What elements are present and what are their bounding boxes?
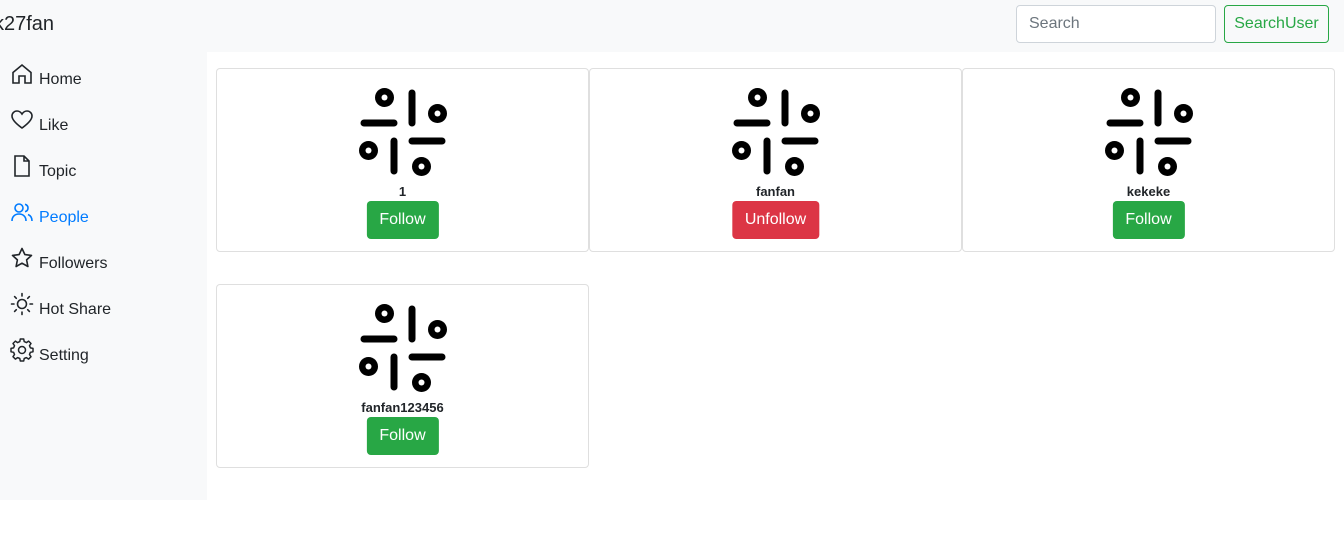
follow-button[interactable]: Follow bbox=[1112, 201, 1185, 239]
username: fanfan bbox=[756, 184, 795, 199]
star-icon bbox=[10, 246, 34, 270]
sidebar-item-followers[interactable]: Followers bbox=[10, 244, 107, 274]
sidebar-item-people[interactable]: People bbox=[10, 198, 89, 228]
user-card: fanfan123456 Follow bbox=[216, 284, 589, 468]
sidebar-item-home[interactable]: Home bbox=[10, 60, 82, 90]
sidebar-item-topic[interactable]: Topic bbox=[10, 152, 76, 182]
follow-button[interactable]: Follow bbox=[366, 201, 439, 239]
user-card: fanfan Unfollow bbox=[589, 68, 962, 252]
sidebar-item-hot-share[interactable]: Hot Share bbox=[10, 290, 111, 320]
avatar bbox=[729, 85, 823, 179]
username: 1 bbox=[398, 184, 407, 199]
home-icon bbox=[10, 62, 34, 86]
sidebar-item-setting[interactable]: Setting bbox=[10, 336, 89, 366]
unfollow-button[interactable]: Unfollow bbox=[731, 201, 820, 239]
sidebar-item-label: Home bbox=[39, 71, 82, 88]
sidebar-item-like[interactable]: Like bbox=[10, 106, 68, 136]
avatar bbox=[356, 85, 450, 179]
avatar bbox=[356, 301, 450, 395]
slack-logo-icon bbox=[732, 88, 820, 176]
heart-icon bbox=[10, 108, 34, 132]
avatar bbox=[1102, 85, 1196, 179]
brand-title[interactable]: k27fan bbox=[0, 13, 54, 36]
sidebar-item-label: Hot Share bbox=[39, 301, 112, 318]
search-user-button[interactable]: SearchUser bbox=[1224, 5, 1329, 43]
follow-button[interactable]: Follow bbox=[366, 417, 439, 455]
sun-icon bbox=[10, 292, 34, 316]
slack-logo-icon bbox=[1105, 88, 1193, 176]
search-input[interactable] bbox=[1016, 5, 1216, 43]
user-card: 1 Follow bbox=[216, 68, 589, 252]
sidebar-item-label: Followers bbox=[39, 255, 108, 272]
sidebar-item-label: Setting bbox=[39, 347, 89, 364]
sidebar: Home Like Topic People Followers Hot Sha… bbox=[0, 52, 207, 500]
username: fanfan123456 bbox=[361, 400, 444, 415]
slack-logo-icon bbox=[359, 304, 447, 392]
people-icon bbox=[10, 200, 34, 224]
file-icon bbox=[10, 154, 34, 178]
sidebar-item-label: Topic bbox=[39, 163, 77, 180]
slack-logo-icon bbox=[359, 88, 447, 176]
sidebar-item-label: Like bbox=[39, 117, 69, 134]
sidebar-item-label: People bbox=[39, 209, 89, 226]
user-card: kekeke Follow bbox=[962, 68, 1335, 252]
username: kekeke bbox=[1126, 184, 1171, 199]
gear-icon bbox=[10, 338, 34, 362]
top-navbar: k27fan SearchUser bbox=[0, 0, 1344, 52]
